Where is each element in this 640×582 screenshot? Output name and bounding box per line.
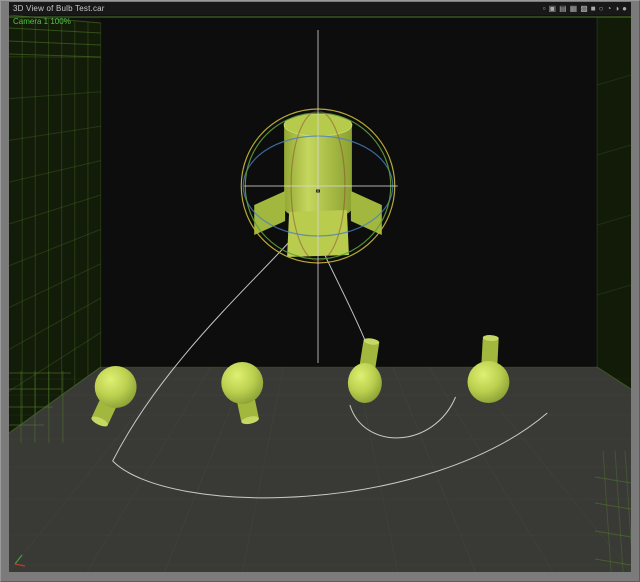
bounding-box-preview-icon[interactable]: ▫ (543, 4, 546, 13)
titlebar-toolbar: ▫ ▣ ▤ ▦ ▩ ■ ○ ◔ ◑ ● (543, 4, 627, 13)
3d-view-window: 3D View of Bulb Test.car ▫ ▣ ▤ ▦ ▩ ■ ○ ◔… (0, 0, 640, 582)
lit-wireframe-preview-icon[interactable]: ▤ (559, 4, 567, 13)
left-wall (9, 15, 101, 433)
bulb-4-globe[interactable] (467, 361, 510, 403)
phong-preview-icon[interactable]: ■ (591, 4, 596, 13)
sphere-shaded-preview-icon[interactable]: ◑ (614, 4, 619, 13)
sphere-flat-preview-icon[interactable]: ◔ (606, 4, 611, 13)
window-title: 3D View of Bulb Test.car (13, 4, 105, 13)
viewport-canvas[interactable] (9, 15, 631, 572)
camera-label[interactable]: Camera 1 100% (13, 17, 71, 26)
gouraud-preview-icon[interactable]: ▩ (580, 4, 588, 13)
flat-preview-icon[interactable]: ▦ (570, 4, 578, 13)
bulb-1-globe[interactable] (94, 366, 137, 408)
bulb-3-globe[interactable] (347, 363, 382, 403)
sphere-textured-preview-icon[interactable]: ● (622, 4, 627, 13)
wireframe-preview-icon[interactable]: ▣ (549, 4, 557, 13)
titlebar[interactable]: 3D View of Bulb Test.car ▫ ▣ ▤ ▦ ▩ ■ ○ ◔… (9, 2, 631, 15)
bulb-2-globe[interactable] (221, 362, 264, 404)
sphere-wireframe-preview-icon[interactable]: ○ (599, 4, 604, 13)
3d-viewport[interactable]: Camera 1 100% (9, 15, 631, 572)
